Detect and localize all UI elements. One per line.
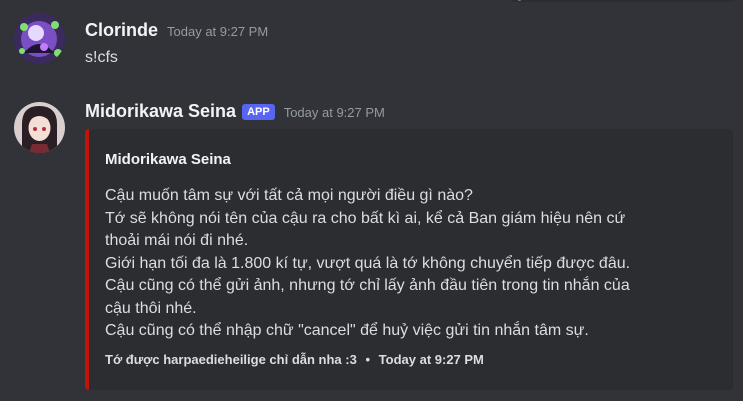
- embed: Midorikawa Seina Cậu muốn tâm sự với tất…: [85, 129, 733, 390]
- app-badge: APP: [242, 104, 275, 120]
- embed-description-line: Cậu cũng có thể gửi ảnh, nhưng tớ chỉ lấ…: [105, 277, 630, 294]
- embed-footer-separator: •: [365, 352, 371, 367]
- message-clorinde: Clorinde Today at 9:27 PM s!cfs: [0, 0, 743, 90]
- username[interactable]: Midorikawa Seina: [85, 101, 236, 122]
- timestamp[interactable]: Today at 9:27 PM: [284, 105, 385, 120]
- timestamp[interactable]: Today at 9:27 PM: [167, 24, 268, 39]
- chat-log: Clorinde Today at 9:27 PM s!cfs Midorika…: [0, 0, 743, 401]
- embed-description-line: thoải mái nói đi nhé.: [105, 232, 249, 249]
- avatar[interactable]: [14, 13, 65, 64]
- embed-description: Cậu muốn tâm sự với tất cả mọi người điề…: [105, 185, 715, 343]
- user-avatar-icon: [14, 13, 65, 64]
- embed-description-line: cậu thôi nhé.: [105, 299, 197, 317]
- avatar[interactable]: [14, 102, 65, 153]
- username[interactable]: Clorinde: [85, 20, 158, 41]
- embed-footer: Tớ được harpaedieheilige chỉ dẫn nha :3 …: [105, 352, 484, 367]
- embed-description-line: Tớ sẽ không nói tên của cậu ra cho bất k…: [105, 209, 626, 227]
- embed-author: Midorikawa Seina: [105, 151, 231, 168]
- message-content: s!cfs: [85, 49, 118, 66]
- embed-description-line: Cậu cũng có thể nhập chữ "cancel" để huỷ…: [105, 322, 589, 339]
- embed-footer-timestamp: Today at 9:27 PM: [378, 352, 484, 367]
- message-header: Clorinde Today at 9:27 PM: [85, 20, 268, 41]
- embed-description-line: Cậu muốn tâm sự với tất cả mọi người điề…: [105, 187, 473, 204]
- embed-footer-text: Tớ được harpaedieheilige chỉ dẫn nha :3: [105, 352, 357, 367]
- embed-description-line: Giới hạn tối đa là 1.800 kí tự, vượt quá…: [105, 254, 631, 272]
- message-header: Midorikawa Seina APP Today at 9:27 PM: [85, 101, 385, 122]
- bot-avatar-icon: [14, 102, 65, 153]
